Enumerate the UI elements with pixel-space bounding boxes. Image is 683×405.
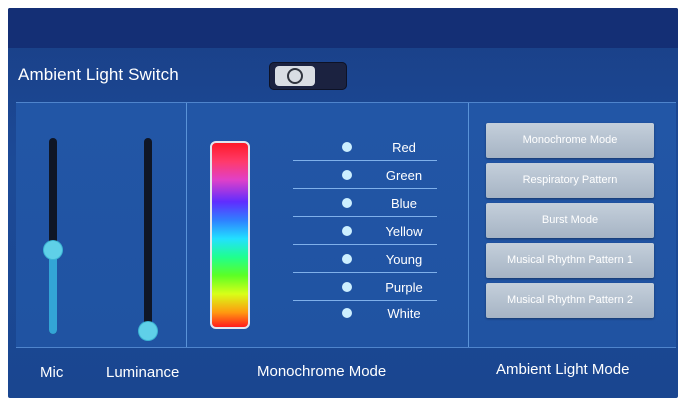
power-circle-icon	[287, 68, 303, 84]
color-option-yellow[interactable]: Yellow	[293, 217, 437, 245]
radio-dot-icon	[342, 254, 352, 264]
radio-dot-icon	[342, 226, 352, 236]
color-label: Purple	[385, 280, 423, 295]
color-label: Yellow	[385, 224, 423, 239]
color-option-red[interactable]: Red	[293, 133, 437, 161]
color-label: Green	[385, 168, 423, 183]
color-option-young[interactable]: Young	[293, 245, 437, 273]
radio-dot-icon	[342, 198, 352, 208]
mic-slider[interactable]	[44, 138, 62, 334]
luminance-slider-thumb[interactable]	[139, 322, 157, 340]
panel-divider	[186, 103, 187, 347]
toggle-knob[interactable]	[275, 66, 315, 86]
monochrome-mode-label: Monochrome Mode	[257, 363, 387, 380]
radio-dot-icon	[342, 142, 352, 152]
color-option-green[interactable]: Green	[293, 161, 437, 189]
mode-button-respiratory[interactable]: Respiratory Pattern	[486, 163, 654, 198]
color-spectrum-bar[interactable]	[210, 141, 250, 329]
color-option-blue[interactable]: Blue	[293, 189, 437, 217]
radio-dot-icon	[342, 308, 352, 318]
mode-button-rhythm-1[interactable]: Musical Rhythm Pattern 1	[486, 243, 654, 278]
mode-button-rhythm-2[interactable]: Musical Rhythm Pattern 2	[486, 283, 654, 318]
mic-slider-fill	[49, 250, 57, 334]
color-option-white[interactable]: White	[293, 299, 437, 327]
radio-dot-icon	[342, 170, 352, 180]
mode-button-burst[interactable]: Burst Mode	[486, 203, 654, 238]
color-label: White	[387, 306, 421, 321]
ambient-light-toggle[interactable]	[269, 62, 347, 90]
mode-button-monochrome[interactable]: Monochrome Mode	[486, 123, 654, 158]
top-bar	[8, 8, 678, 48]
page-title: Ambient Light Switch	[18, 65, 179, 84]
mic-label: Mic	[40, 364, 64, 381]
panel-divider	[468, 103, 469, 347]
color-option-purple[interactable]: Purple	[293, 273, 437, 301]
luminance-slider[interactable]	[139, 138, 157, 340]
mic-slider-thumb[interactable]	[44, 241, 62, 259]
ambient-light-screen: Ambient Light Switch Red Green Blue Yell…	[8, 8, 678, 398]
color-label: Red	[392, 140, 416, 155]
color-label: Young	[385, 252, 423, 267]
luminance-label: Luminance	[106, 364, 180, 381]
radio-dot-icon	[342, 282, 352, 292]
color-label: Blue	[390, 196, 418, 211]
ambient-light-mode-label: Ambient Light Mode	[496, 361, 630, 378]
